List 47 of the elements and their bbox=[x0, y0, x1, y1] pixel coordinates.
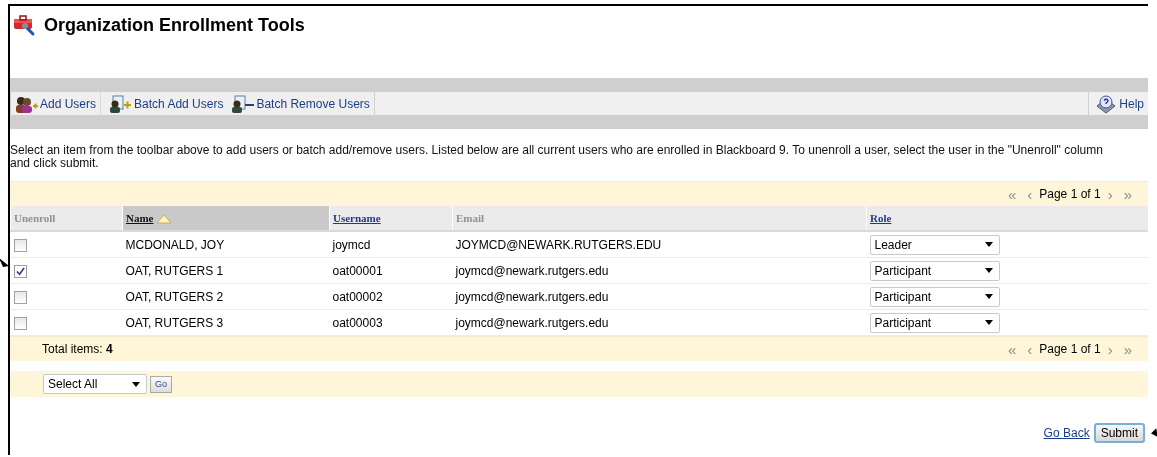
table-cell: MCDONALD, JOY bbox=[125, 237, 225, 252]
page-indicator: Page 1 of 1 bbox=[1039, 342, 1101, 356]
table-cell: OAT, RUTGERS 3 bbox=[125, 315, 224, 330]
table-cell: joymcd bbox=[332, 237, 371, 252]
role-dropdown[interactable]: Leader bbox=[869, 234, 1000, 255]
annotation-arrow-icon bbox=[1151, 428, 1157, 437]
batch-add-button[interactable]: Batch Add Users bbox=[105, 92, 228, 115]
caret-icon bbox=[984, 320, 993, 325]
caret-icon bbox=[984, 268, 993, 273]
total-items-text: Total items: 4 bbox=[41, 342, 113, 356]
table-cell: oat00003 bbox=[332, 315, 383, 330]
table-cell: JOYMCD@NEWARK.RUTGERS.EDU bbox=[455, 237, 662, 252]
check-icon bbox=[15, 266, 25, 276]
sort-ascending-icon bbox=[155, 214, 172, 225]
table-cell: oat00001 bbox=[332, 263, 383, 278]
table-cell: joymcd@newark.rutgers.edu bbox=[455, 289, 609, 304]
go-button[interactable]: Go bbox=[150, 375, 172, 393]
submit-button[interactable]: Submit bbox=[1093, 423, 1145, 443]
page-indicator: Page 1 of 1 bbox=[1039, 187, 1101, 201]
table-cell: oat00002 bbox=[332, 289, 383, 304]
select-all-dropdown[interactable]: Select All bbox=[43, 374, 147, 394]
checkbox[interactable] bbox=[13, 238, 27, 252]
checkbox[interactable] bbox=[13, 316, 27, 330]
caret-icon bbox=[984, 242, 993, 247]
role-dropdown[interactable]: Participant bbox=[869, 260, 1000, 281]
role-dropdown[interactable]: Participant bbox=[869, 286, 1000, 307]
column-sort-link[interactable]: Username bbox=[333, 212, 381, 224]
column-sort-link[interactable]: Role bbox=[870, 212, 892, 224]
users-add-icon bbox=[14, 94, 38, 113]
role-dropdown[interactable]: Participant bbox=[869, 312, 1000, 333]
caret-icon bbox=[132, 381, 140, 387]
page-title: Organization Enrollment Tools bbox=[44, 15, 305, 36]
instructions-text: Select an item from the toolbar above to add users or batch add/remove users. Listed below are all current users who are enrolled in Blackboard 9. To unenroll a user, select the user in the "Unenroll" column and click submit. bbox=[10, 144, 1104, 170]
batch-remove-button[interactable]: Batch Remove Users bbox=[227, 92, 374, 115]
table-cell: joymcd@newark.rutgers.edu bbox=[455, 263, 609, 278]
checkbox[interactable] bbox=[13, 290, 27, 304]
table-cell: joymcd@newark.rutgers.edu bbox=[455, 315, 609, 330]
table-cell: OAT, RUTGERS 2 bbox=[125, 289, 224, 304]
toolbox-icon bbox=[12, 13, 36, 37]
column-label: Unenroll bbox=[14, 212, 56, 224]
help-icon bbox=[1095, 93, 1118, 114]
table-cell: OAT, RUTGERS 1 bbox=[125, 263, 224, 278]
go-back-link[interactable]: Go Back bbox=[1043, 426, 1090, 440]
checkbox[interactable] bbox=[13, 264, 27, 278]
column-sort-link[interactable]: Name bbox=[126, 211, 154, 224]
caret-icon bbox=[984, 294, 993, 299]
column-label: Email bbox=[456, 212, 485, 224]
